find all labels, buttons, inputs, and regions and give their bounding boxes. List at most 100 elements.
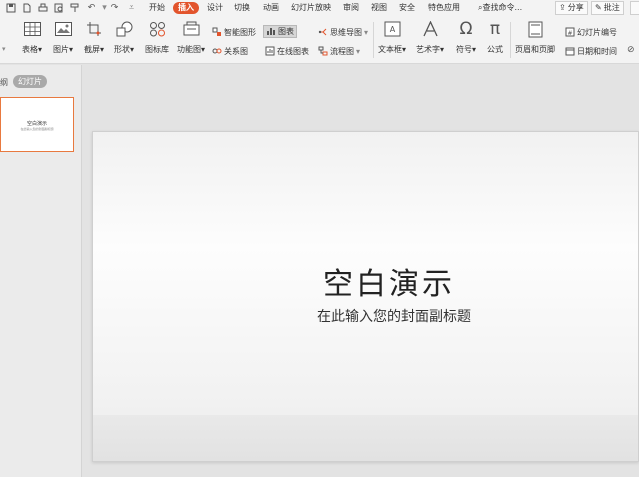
online-chart-label: 在线图表 [277, 47, 309, 56]
date-time-label: 日期和时间 [577, 47, 617, 56]
flowchart-icon [318, 46, 328, 58]
icon-library-icon [148, 20, 166, 38]
formula-label: 公式 [487, 45, 503, 54]
screenshot-label: 截屏▾ [84, 45, 105, 54]
screenshot-icon [85, 20, 103, 38]
date-time-button[interactable]: 日期和时间 [565, 45, 617, 58]
table-label: 表格▾ [22, 45, 43, 54]
chart-label: 图表 [278, 27, 294, 36]
share-icon: ⇪ [559, 3, 566, 12]
slide-title[interactable]: 空白演示 [93, 259, 638, 303]
shape-label: 形状▾ [114, 45, 135, 54]
slide-pane: 纲 幻灯片 空白演示 在此输入您的封面副标题 [0, 65, 82, 477]
tab-security[interactable]: 安全 [399, 2, 415, 14]
header-footer-button[interactable]: 页眉和页脚 [515, 20, 555, 55]
picture-label: 图片▾ [53, 45, 74, 54]
tab-home[interactable]: 开始 [149, 2, 165, 14]
flowchart-label: 流程图 [330, 47, 354, 56]
flowchart-button[interactable]: 流程图 ▾ [318, 45, 360, 58]
svg-text:#: # [567, 30, 572, 37]
icon-library-button[interactable]: 图标库 [145, 20, 169, 55]
header-footer-icon [526, 20, 544, 38]
smart-graphic-label: 智能图形 [224, 28, 256, 37]
insert-ribbon: ▾ 表格▾ 图片▾ 截屏▾ 形状▾ 图标库 功能图▾ 智能图形 图表 关系图 在… [0, 16, 639, 64]
comment-label: 批注 [603, 3, 620, 12]
function-chart-icon [182, 20, 200, 38]
save-icon[interactable] [4, 1, 17, 14]
online-chart-icon [265, 46, 275, 58]
online-chart-button[interactable]: 在线图表 [265, 45, 309, 58]
tab-slideshow[interactable]: 幻灯片放映 [291, 2, 331, 14]
slide-subtitle[interactable]: 在此输入您的封面副标题 [93, 306, 638, 326]
mindmap-icon [318, 27, 328, 39]
relation-chart-button[interactable]: 关系图 [212, 45, 248, 58]
omega-icon: Ω [459, 19, 473, 39]
tab-animation[interactable]: 动画 [263, 2, 279, 14]
slide-number-button[interactable]: # 幻灯片编号 [565, 26, 617, 39]
textbox-label: 文本框▾ [378, 45, 407, 54]
undo-icon[interactable]: ↶ [85, 1, 98, 14]
function-chart-label: 功能图▾ [177, 45, 206, 54]
textbox-icon: A [383, 20, 401, 38]
picture-button[interactable]: 图片▾ [53, 20, 73, 55]
attachment-icon[interactable]: ⊘ [627, 45, 635, 55]
pi-icon: π [489, 19, 501, 39]
export-pdf-icon[interactable] [20, 1, 33, 14]
relation-chart-label: 关系图 [224, 47, 248, 56]
tab-features[interactable]: 特色应用 [428, 2, 460, 14]
symbol-label: 符号▾ [456, 45, 477, 54]
tab-slides[interactable]: 幻灯片 [13, 75, 47, 88]
redo-icon[interactable]: ↷ [108, 1, 121, 14]
header-footer-label: 页眉和页脚 [515, 45, 555, 54]
icon-library-label: 图标库 [145, 45, 169, 54]
mindmap-button[interactable]: 思维导图 ▾ [318, 26, 368, 39]
tab-design[interactable]: 设计 [207, 2, 223, 14]
slide-bottom-band [93, 415, 638, 461]
art-text-button[interactable]: 艺术字▾ [416, 20, 444, 55]
tab-outline[interactable]: 纲 [0, 77, 8, 88]
ribbon-divider [373, 22, 374, 58]
tab-review[interactable]: 审阅 [343, 2, 359, 14]
share-button[interactable]: ⇪ 分享 [555, 1, 588, 15]
ribbon-divider [510, 22, 511, 58]
slide-number-label: 幻灯片编号 [577, 28, 617, 37]
slide-canvas[interactable]: 空白演示 在此输入您的封面副标题 [92, 131, 639, 462]
comment-button[interactable]: ✎ 批注 [591, 1, 624, 15]
shape-icon [115, 20, 133, 38]
chart-icon [266, 26, 276, 38]
tab-transition[interactable]: 切换 [234, 2, 250, 14]
screenshot-button[interactable]: 截屏▾ [84, 20, 104, 55]
command-search[interactable]: ⌕查找命令... [478, 2, 522, 14]
format-painter-icon[interactable] [68, 1, 81, 14]
print-icon[interactable] [36, 1, 49, 14]
function-chart-button[interactable]: 功能图▾ [177, 20, 205, 55]
art-text-label: 艺术字▾ [416, 45, 445, 54]
textbox-button[interactable]: A 文本框▾ [378, 20, 406, 55]
chart-button[interactable]: 图表 [263, 25, 297, 38]
art-text-icon [421, 20, 439, 38]
customize-toolbar-icon[interactable]: ⩡ [125, 1, 138, 14]
calendar-icon [565, 46, 575, 58]
slide-thumbnail[interactable]: 空白演示 在此输入您的封面副标题 [0, 97, 74, 152]
formula-button[interactable]: π 公式 [486, 19, 504, 55]
shape-button[interactable]: 形状▾ [114, 20, 134, 55]
thumbnail-subtitle: 在此输入您的封面副标题 [20, 127, 54, 131]
svg-text:A: A [389, 25, 395, 34]
more-button[interactable] [630, 1, 639, 15]
comment-icon: ✎ [595, 3, 602, 12]
share-label: 分享 [567, 3, 584, 12]
relation-chart-icon [212, 46, 222, 58]
smart-graphic-button[interactable]: 智能图形 [212, 26, 256, 39]
mindmap-label: 思维导图 [330, 28, 362, 37]
tab-view[interactable]: 视图 [371, 2, 387, 14]
table-button[interactable]: 表格▾ [22, 20, 42, 55]
thumbnail-title: 空白演示 [26, 121, 47, 127]
symbol-button[interactable]: Ω 符号▾ [456, 19, 477, 55]
picture-icon [54, 20, 72, 38]
print-preview-icon[interactable] [52, 1, 65, 14]
slide-number-icon: # [565, 27, 575, 39]
tab-insert[interactable]: 插入 [173, 2, 199, 14]
search-placeholder: 查找命令... [482, 3, 523, 12]
smart-graphic-icon [212, 27, 222, 39]
top-tab-bar: ↶ ▾ ↷ ⩡ 开始 插入 设计 切换 动画 幻灯片放映 审阅 视图 安全 特色… [0, 0, 639, 16]
